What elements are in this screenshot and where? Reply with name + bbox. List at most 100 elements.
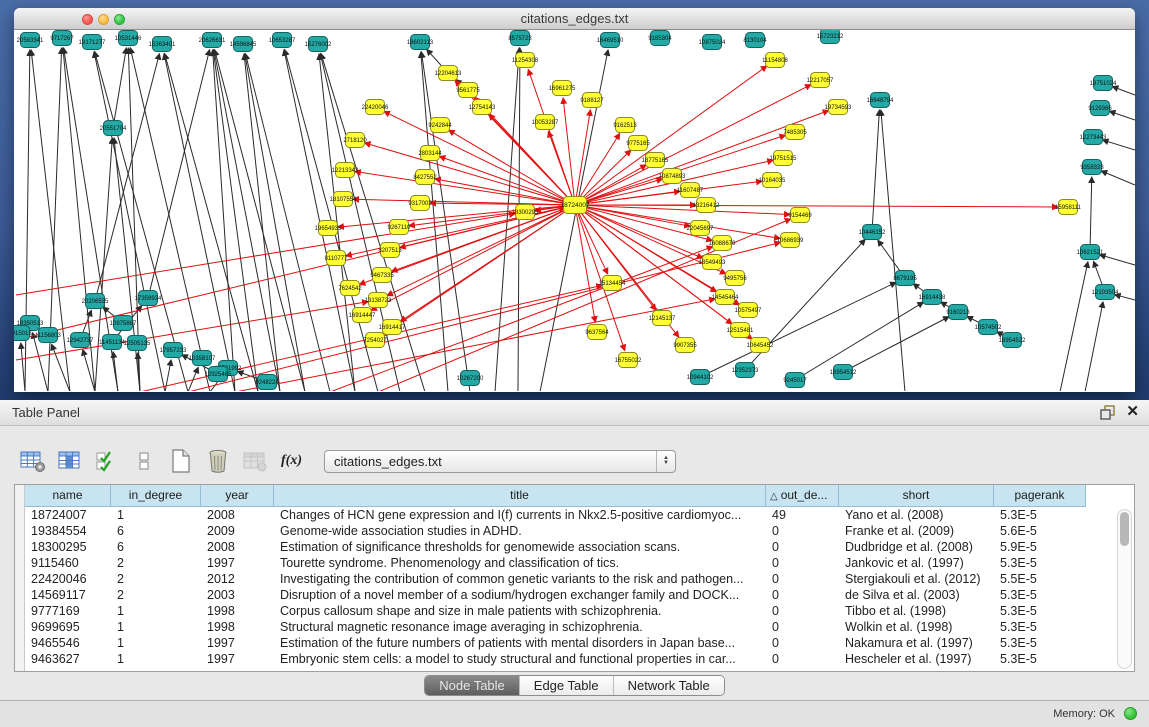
graph-node[interactable]: 7485305 <box>783 125 807 140</box>
graph-node[interactable]: 7254027 <box>363 333 387 348</box>
column-header-title[interactable]: title <box>274 485 766 507</box>
graph-edge[interactable] <box>400 205 575 321</box>
network-view-window[interactable]: citations_edges.txt 18724007183002952242… <box>14 8 1135 392</box>
graph-node[interactable]: 9267110 <box>388 220 412 235</box>
graph-node[interactable]: 11156803 <box>35 328 61 343</box>
column-header-name[interactable]: name <box>25 485 111 507</box>
graph-node[interactable]: 12515481 <box>727 323 754 338</box>
graph-edge[interactable] <box>113 48 126 128</box>
graph-node[interactable]: 19171277 <box>79 35 106 50</box>
graph-node[interactable]: 9245017 <box>783 373 807 388</box>
graph-node[interactable]: 18300295 <box>512 205 539 220</box>
graph-edge[interactable] <box>843 317 949 372</box>
graph-node[interactable]: 15276002 <box>305 37 332 52</box>
graph-node[interactable]: 12103504 <box>1092 285 1119 300</box>
graph-node[interactable]: 12352373 <box>732 363 759 378</box>
graph-node[interactable]: 19751024 <box>1090 76 1117 91</box>
tab-edge-table[interactable]: Edge Table <box>520 676 614 695</box>
graph-edge[interactable] <box>387 205 575 296</box>
graph-node[interactable]: 7624542 <box>338 281 362 296</box>
graph-node[interactable]: 20583341 <box>17 33 44 48</box>
graph-edge[interactable] <box>1101 171 1135 185</box>
graph-node[interactable]: 10446152 <box>859 225 886 240</box>
row-height-icon[interactable] <box>125 446 162 476</box>
table-row[interactable]: 1456911722003Disruption of a novel membe… <box>25 587 1134 603</box>
graph-node[interactable]: 9637564 <box>585 325 609 340</box>
graph-edge[interactable] <box>1090 177 1092 252</box>
graph-edge[interactable] <box>1060 262 1088 391</box>
graph-edge[interactable] <box>881 110 905 391</box>
graph-node[interactable]: 10267200 <box>457 371 484 386</box>
graph-node[interactable]: 9154469 <box>788 208 812 223</box>
float-panel-icon[interactable] <box>1100 404 1116 420</box>
graph-node[interactable]: 15134454 <box>599 276 626 291</box>
graph-node[interactable]: 9188127 <box>580 93 604 108</box>
graph-node[interactable]: 9915013 <box>14 326 32 341</box>
graph-edge[interactable] <box>449 130 575 205</box>
graph-edge[interactable] <box>795 302 923 380</box>
graph-edge[interactable] <box>1085 302 1103 391</box>
graph-node[interactable]: 9248224 <box>255 375 279 390</box>
graph-edge[interactable] <box>575 205 703 258</box>
graph-node[interactable]: 2803144 <box>418 146 442 161</box>
memory-status-icon[interactable] <box>1124 707 1137 720</box>
graph-edge[interactable] <box>1109 111 1135 120</box>
graph-edge[interactable] <box>1100 255 1135 265</box>
column-header-pagerank[interactable]: pagerank <box>994 485 1086 507</box>
graph-node[interactable]: 15363401 <box>149 37 176 52</box>
graph-edge[interactable] <box>165 54 258 391</box>
table-row[interactable]: 1872400712008Changes of HCN gene express… <box>25 507 1134 523</box>
graph-node[interactable]: 10686939 <box>777 233 804 248</box>
graph-edge[interactable] <box>213 50 258 391</box>
graph-node[interactable]: 10621521 <box>1077 245 1104 260</box>
table-row[interactable]: 977716911998Corpus callosum shape and si… <box>25 603 1134 619</box>
graph-node[interactable]: 9129366 <box>1088 101 1112 116</box>
table-row[interactable]: 969969511998Structural magnetic resonanc… <box>25 619 1134 635</box>
graph-node[interactable]: 9467335 <box>370 268 394 283</box>
graph-node[interactable]: 12217057 <box>807 73 834 88</box>
graph-edge[interactable] <box>1112 87 1135 95</box>
column-header-short[interactable]: short <box>839 485 994 507</box>
graph-edge[interactable] <box>284 50 355 391</box>
graph-hub-node[interactable]: 18724007 <box>561 197 590 214</box>
graph-edge[interactable] <box>439 156 575 205</box>
delete-column-icon[interactable] <box>199 446 236 476</box>
graph-node[interactable]: 16755022 <box>615 353 642 368</box>
graph-node[interactable]: 19751515 <box>770 151 797 166</box>
graph-edge[interactable] <box>245 54 330 391</box>
graph-node[interactable]: 10653287 <box>269 33 296 48</box>
graph-node[interactable]: 15723212 <box>817 30 844 44</box>
graph-node[interactable]: 11154808 <box>762 53 788 68</box>
graph-node[interactable]: 11451134 <box>99 335 125 350</box>
graph-node[interactable]: 9162513 <box>613 118 637 133</box>
graph-node[interactable]: 20626631 <box>199 33 226 48</box>
graph-node[interactable]: 11254308 <box>512 53 539 68</box>
graph-node[interactable]: 2718120 <box>343 133 367 148</box>
graph-node[interactable]: 12754143 <box>469 100 496 115</box>
table-vertical-scrollbar[interactable] <box>1117 509 1132 669</box>
graph-node[interactable]: 18602113 <box>407 35 434 50</box>
graph-node[interactable]: 16088679 <box>709 236 736 251</box>
graph-node[interactable]: 12204613 <box>435 66 462 81</box>
graph-node[interactable]: 8130104 <box>743 33 767 48</box>
graph-edge[interactable] <box>575 133 620 205</box>
graph-node[interactable]: 8427552 <box>413 170 437 185</box>
graph-node[interactable]: 16961275 <box>549 81 576 96</box>
graph-node[interactable]: 16469510 <box>597 33 624 48</box>
combo-stepper-icon[interactable]: ▲▼ <box>656 451 675 472</box>
graph-node[interactable]: 22045697 <box>687 221 714 236</box>
table-row[interactable]: 2242004622012Investigating the contribut… <box>25 571 1134 587</box>
graph-node[interactable]: 9907355 <box>673 338 697 353</box>
graph-edge[interactable] <box>365 143 575 205</box>
tab-network-table[interactable]: Network Table <box>614 676 724 695</box>
graph-node[interactable]: 12273443 <box>1080 130 1107 145</box>
graph-node[interactable]: 9160213 <box>946 305 970 320</box>
graph-node[interactable]: 17359924 <box>135 291 162 306</box>
graph-node[interactable]: 9495756 <box>723 271 747 286</box>
graph-node[interactable]: 8679195 <box>893 271 917 286</box>
column-header-out-degree[interactable]: △out_de... <box>766 485 839 507</box>
graph-node[interactable]: 8207513 <box>378 243 402 258</box>
graph-node[interactable]: 16648794 <box>867 93 894 108</box>
network-graph[interactable]: 1872400718300295224200462718120122133431… <box>14 30 1135 391</box>
graph-edge[interactable] <box>575 110 590 205</box>
